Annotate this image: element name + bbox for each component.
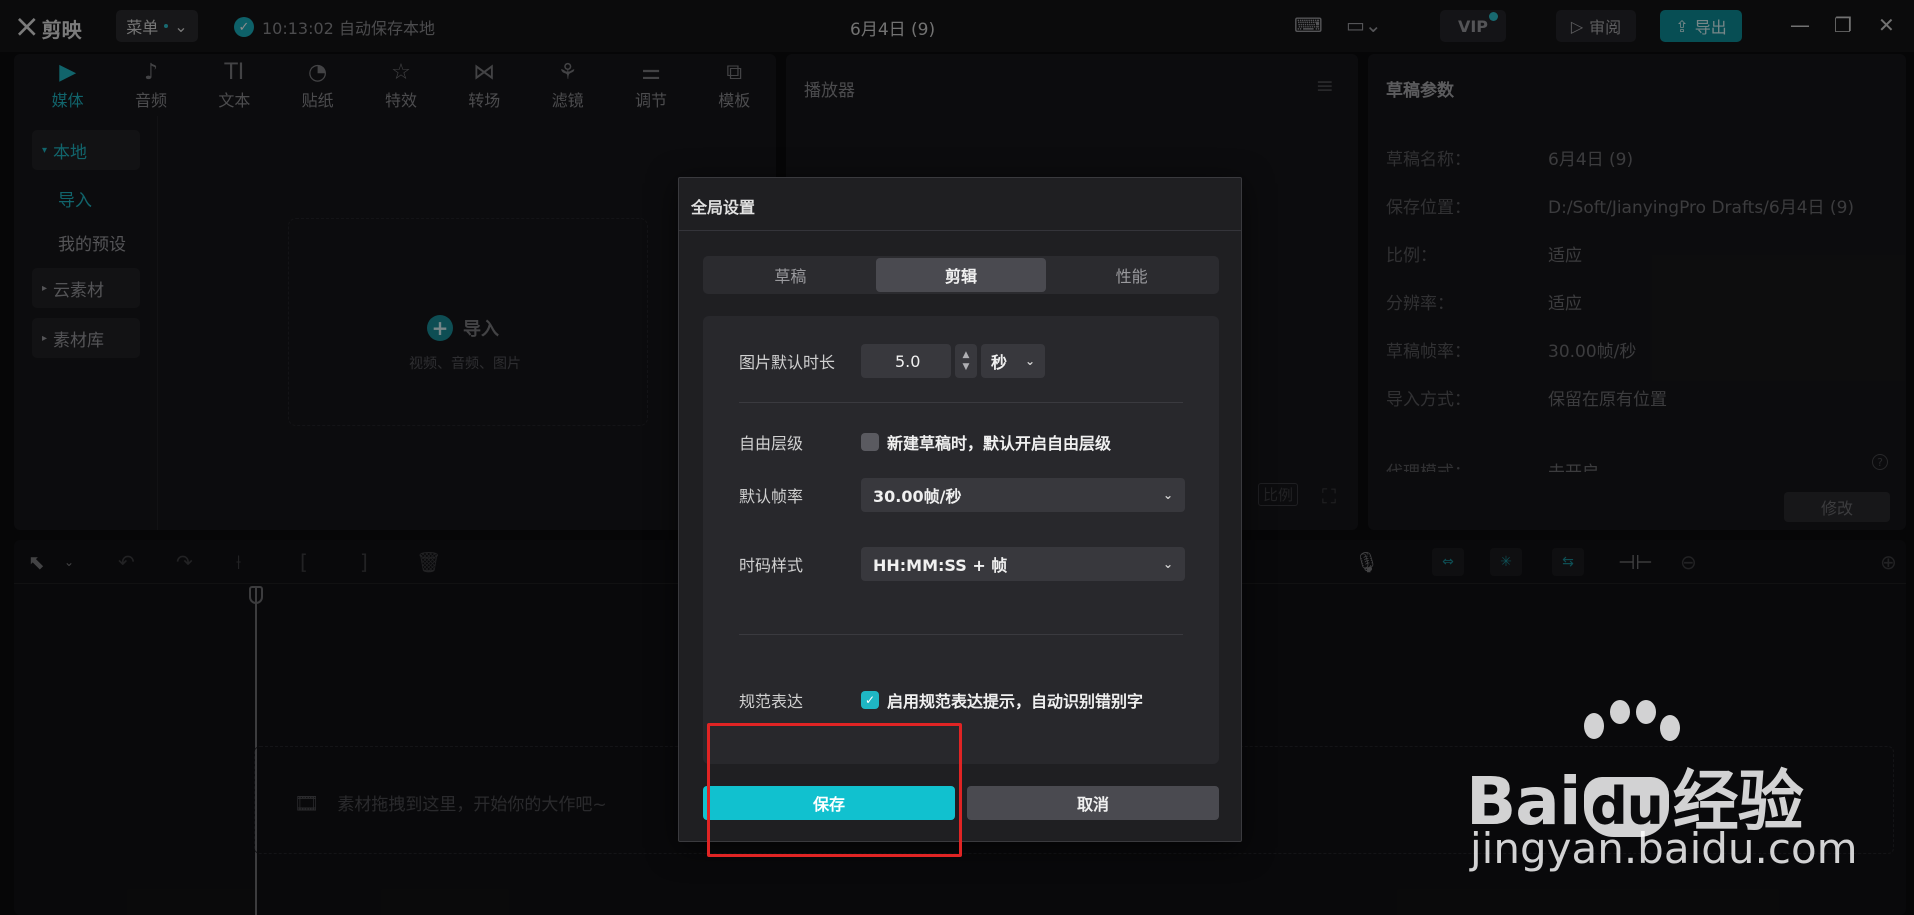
- watermark-sub: jingyan.baidu.com: [1470, 824, 1858, 873]
- norm-expression-label: 规范表达: [739, 692, 804, 711]
- frame-rate-label: 默认帧率: [739, 487, 804, 506]
- dialog-divider: [679, 230, 1241, 231]
- settings-card: 图片默认时长 5.0 ▲ ▼ 秒 ⌄ 自由层级 新建草稿时，默认开启自由层级 默认…: [703, 316, 1219, 764]
- frame-rate-select[interactable]: 30.00帧/秒 ⌄: [861, 478, 1185, 512]
- tab-edit[interactable]: 剪辑: [875, 258, 1047, 292]
- norm-expression-checkbox[interactable]: ✓: [861, 691, 879, 709]
- image-duration-input[interactable]: 5.0: [861, 344, 951, 378]
- tab-performance[interactable]: 性能: [1046, 258, 1217, 292]
- dialog-title: 全局设置: [691, 198, 756, 217]
- chevron-down-icon: ⌄: [1024, 354, 1035, 368]
- step-up-icon[interactable]: ▲: [963, 349, 970, 361]
- chevron-down-icon: ⌄: [1162, 557, 1173, 571]
- frame-rate-value: 30.00帧/秒: [873, 487, 962, 506]
- settings-tabs: 草稿 剪辑 性能: [703, 256, 1219, 294]
- image-duration-row: 图片默认时长 5.0 ▲ ▼ 秒 ⌄: [739, 344, 1045, 378]
- annotation-highlight-box: [707, 723, 962, 857]
- chevron-down-icon: ⌄: [1162, 488, 1173, 502]
- cancel-button[interactable]: 取消: [967, 786, 1219, 820]
- section-divider: [739, 402, 1183, 403]
- unit-value: 秒: [991, 353, 1008, 372]
- app-window: ⨉ 剪映 菜单 ⌄ ✓ 10:13:02 自动保存本地 6月4日 (9) ⌨ ▭…: [0, 0, 1914, 915]
- section-divider: [739, 634, 1183, 635]
- norm-expression-row: 规范表达 ✓ 启用规范表达提示，自动识别错别字: [739, 690, 1144, 711]
- timecode-label: 时码样式: [739, 556, 804, 575]
- duration-unit-select[interactable]: 秒 ⌄: [981, 344, 1045, 378]
- tab-draft[interactable]: 草稿: [705, 258, 876, 292]
- timecode-row: 时码样式 HH:MM:SS + 帧 ⌄: [739, 547, 1185, 581]
- free-layer-checkbox[interactable]: [861, 433, 879, 451]
- duration-stepper[interactable]: ▲ ▼: [955, 344, 977, 378]
- timecode-select[interactable]: HH:MM:SS + 帧 ⌄: [861, 547, 1185, 581]
- timecode-value: HH:MM:SS + 帧: [873, 556, 1008, 575]
- norm-expression-text: 启用规范表达提示，自动识别错别字: [887, 692, 1144, 711]
- image-duration-label: 图片默认时长: [739, 353, 836, 372]
- step-down-icon[interactable]: ▼: [963, 361, 970, 373]
- free-layer-row: 自由层级 新建草稿时，默认开启自由层级: [739, 432, 1112, 453]
- free-layer-label: 自由层级: [739, 434, 804, 453]
- frame-rate-row: 默认帧率 30.00帧/秒 ⌄: [739, 478, 1185, 512]
- free-layer-text: 新建草稿时，默认开启自由层级: [887, 434, 1112, 453]
- baidu-watermark: Bai du 经验 jingyan.baidu.com: [1466, 700, 1858, 880]
